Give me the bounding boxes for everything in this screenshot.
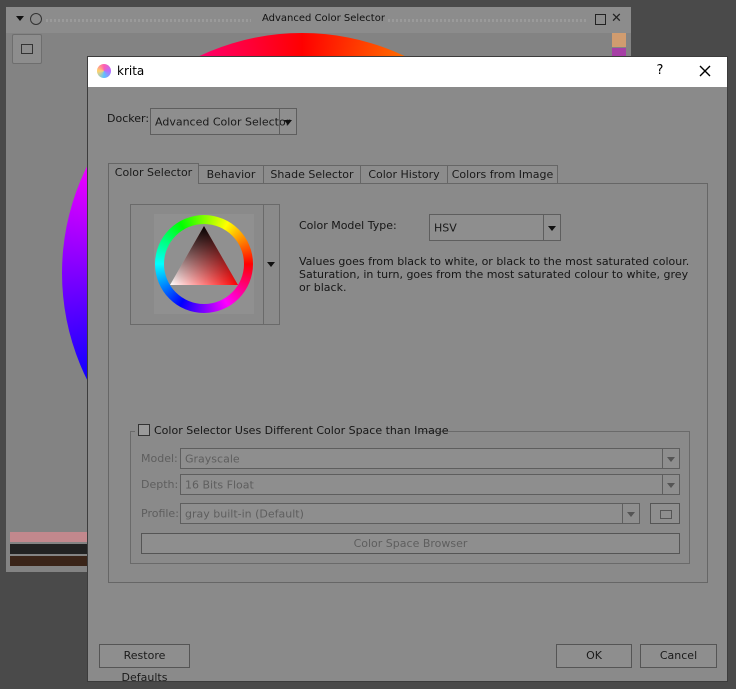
titlebar-grip: [388, 19, 588, 22]
chevron-down-icon: [662, 475, 679, 494]
shade-strip[interactable]: [10, 532, 90, 542]
titlebar-grip: [46, 19, 251, 22]
triangle-selector-icon: [170, 226, 238, 285]
profile-select[interactable]: gray built-in (Default): [180, 503, 640, 524]
docker-select[interactable]: Advanced Color Selector: [150, 108, 297, 135]
tab-color-selector[interactable]: Color Selector: [108, 163, 199, 184]
depth-value: 16 Bits Float: [185, 478, 254, 491]
selector-divider: [263, 205, 264, 324]
color-model-value: HSV: [434, 221, 457, 234]
color-swatch[interactable]: [612, 33, 626, 47]
tab-color-history[interactable]: Color History: [360, 165, 448, 184]
chevron-down-icon: [622, 504, 639, 523]
list-icon: [21, 44, 33, 54]
docker-select-value: Advanced Color Selector: [155, 115, 291, 128]
float-icon[interactable]: [595, 14, 606, 25]
color-space-browser-button[interactable]: Color Space Browser: [141, 533, 680, 554]
ok-button[interactable]: OK: [556, 644, 632, 668]
close-icon: [699, 65, 711, 77]
dialog-title: krita: [117, 64, 145, 78]
profile-value: gray built-in (Default): [185, 507, 304, 520]
tab-shade-selector[interactable]: Shade Selector: [263, 165, 361, 184]
color-space-checkbox[interactable]: [138, 424, 150, 436]
chevron-down-icon[interactable]: [267, 262, 275, 267]
model-select[interactable]: Grayscale: [180, 448, 680, 469]
color-space-checkbox-label[interactable]: Color Selector Uses Different Color Spac…: [154, 424, 449, 437]
chevron-down-icon: [279, 109, 296, 134]
docker-label: Docker:: [107, 112, 150, 125]
depth-select[interactable]: 16 Bits Float: [180, 474, 680, 495]
model-label: Model:: [141, 452, 178, 465]
profile-folder-button[interactable]: [650, 503, 680, 524]
model-value: Grayscale: [185, 452, 240, 465]
tab-colors-from-image[interactable]: Colors from Image: [447, 165, 558, 184]
depth-label: Depth:: [141, 478, 179, 491]
dialog-titlebar: [88, 57, 727, 87]
collapse-arrow-icon[interactable]: [16, 16, 24, 21]
folder-icon: [660, 510, 672, 519]
close-button[interactable]: [694, 60, 716, 82]
cancel-button[interactable]: Cancel: [640, 644, 717, 668]
docker-menu-button[interactable]: [12, 34, 42, 64]
shade-strip[interactable]: [10, 556, 90, 566]
profile-label: Profile:: [141, 507, 179, 520]
color-model-select[interactable]: HSV: [429, 214, 561, 241]
krita-logo-icon: [97, 64, 111, 78]
color-model-label: Color Model Type:: [299, 219, 397, 232]
color-model-description: Values goes from black to white, or blac…: [299, 255, 690, 294]
docker-close-icon[interactable]: ✕: [611, 11, 622, 26]
chevron-down-icon: [543, 215, 560, 240]
docker-title: Advanced Color Selector: [262, 13, 385, 24]
chevron-down-icon: [662, 449, 679, 468]
lock-icon[interactable]: [30, 13, 42, 25]
shade-strip[interactable]: [10, 544, 90, 554]
tab-behavior[interactable]: Behavior: [198, 165, 264, 184]
help-button[interactable]: ?: [650, 61, 670, 81]
restore-defaults-button[interactable]: Restore Defaults: [99, 644, 190, 684]
